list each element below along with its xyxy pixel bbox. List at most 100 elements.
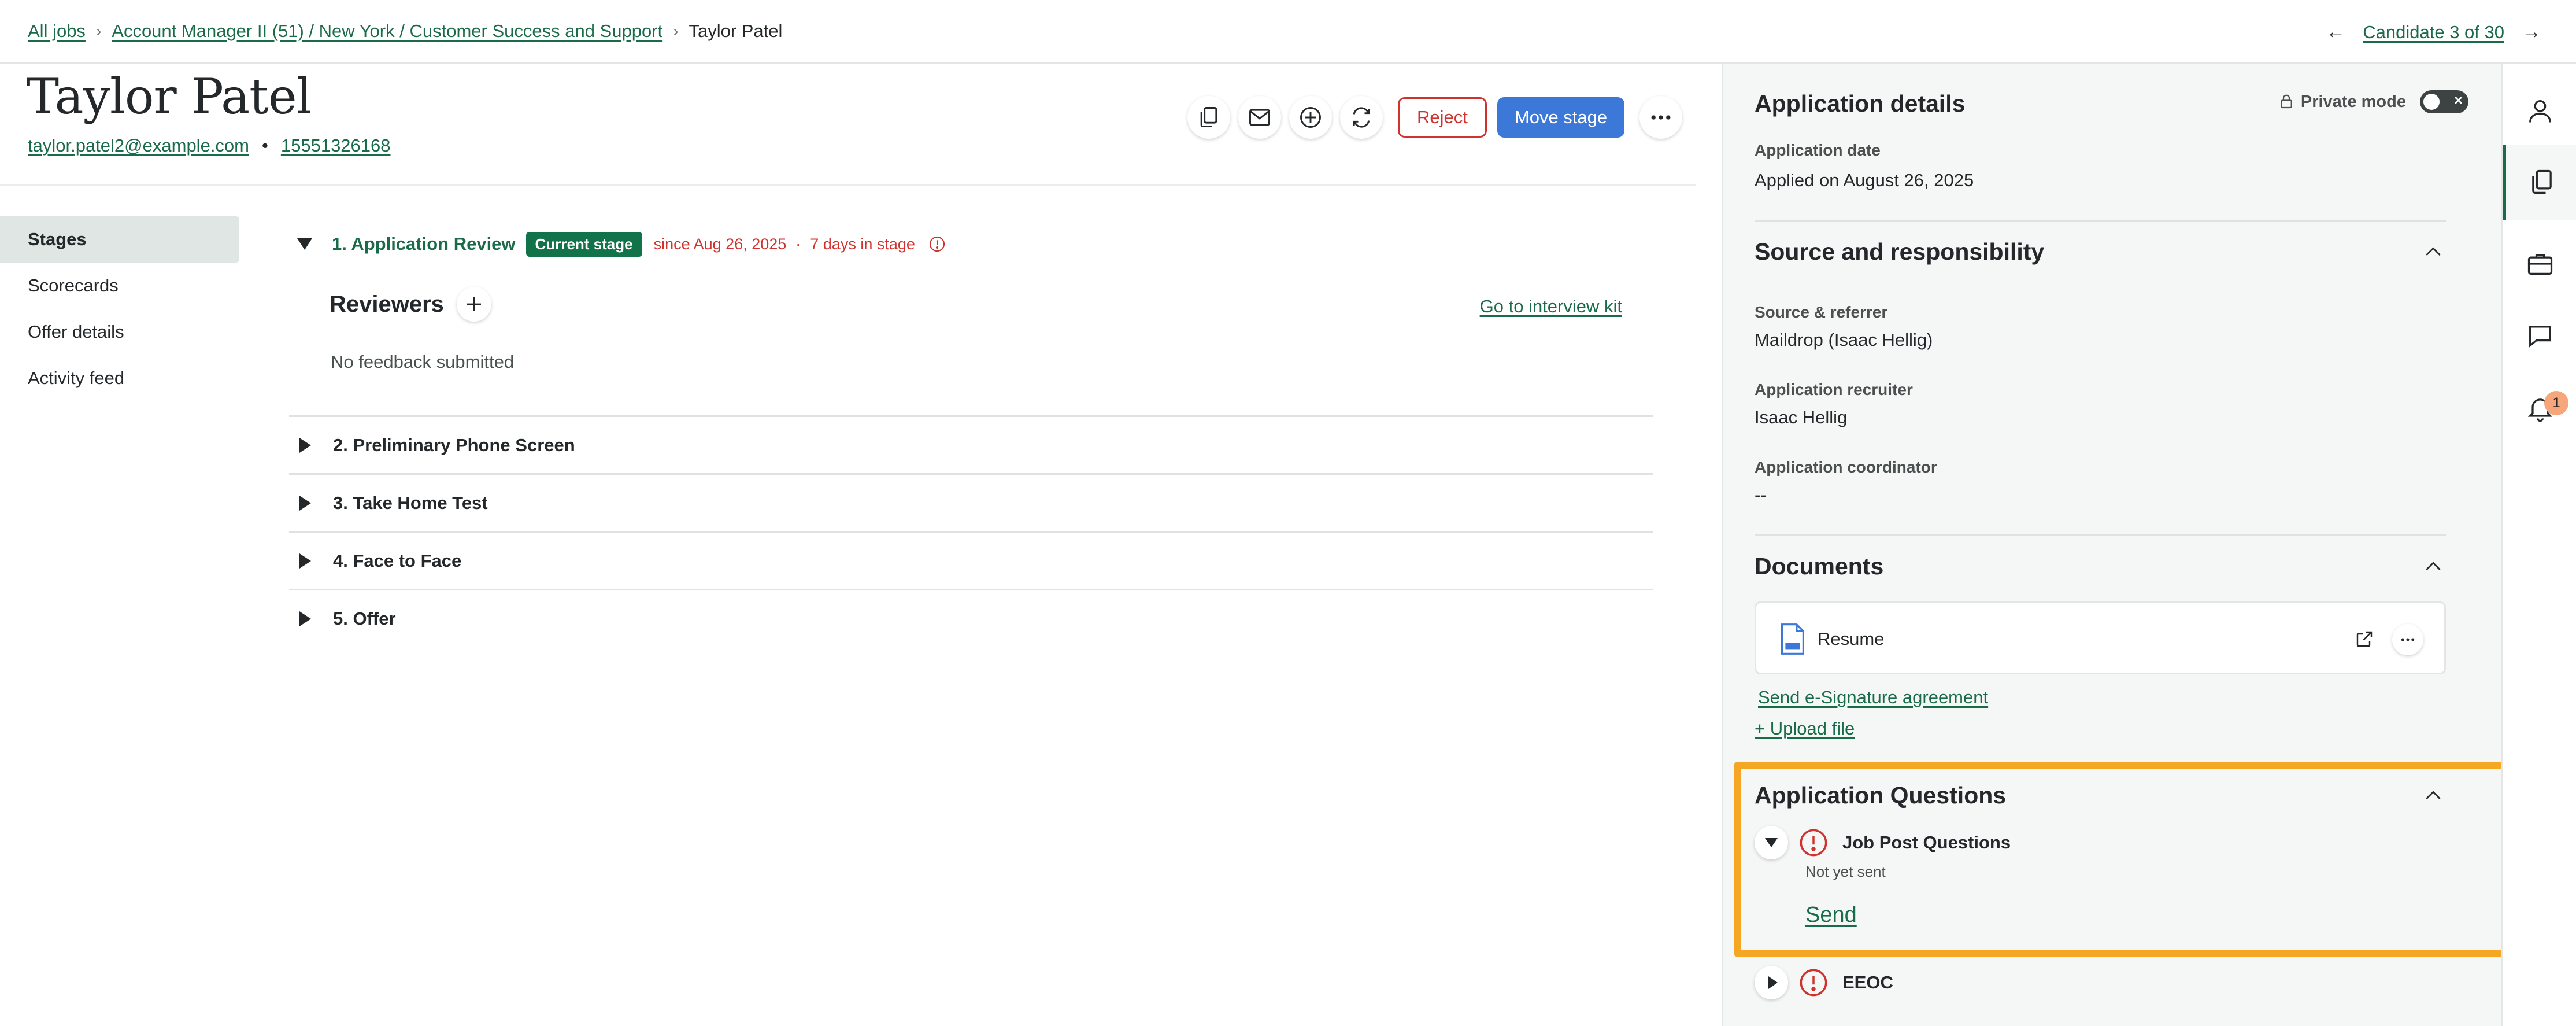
plus-icon: [467, 297, 481, 311]
private-mode-toggle[interactable]: ×: [2420, 90, 2468, 113]
section-title: Source and responsibility: [1755, 238, 2045, 265]
add-circle-icon: [1300, 107, 1321, 128]
question-title: EEOC: [1842, 972, 1893, 992]
toggle-knob: [2423, 94, 2440, 110]
candidate-pager: ← Candidate 3 of 30 →: [2308, 21, 2541, 43]
since-separator: ·: [795, 235, 801, 253]
caret-right-icon[interactable]: [299, 495, 311, 511]
source-responsibility-header[interactable]: Source and responsibility: [1755, 238, 2445, 265]
stage-label[interactable]: 3. Take Home Test: [333, 493, 488, 514]
resume-card[interactable]: Resume: [1755, 601, 2446, 674]
arrow-right-icon[interactable]: →: [2522, 21, 2541, 43]
more-actions-button[interactable]: [1639, 96, 1683, 139]
nav-item-label: Scorecards: [28, 275, 119, 296]
caret-down-icon[interactable]: [297, 238, 312, 250]
chevron-up-icon[interactable]: [2422, 241, 2445, 264]
copy-button[interactable]: [1187, 96, 1230, 139]
breadcrumb-current: Taylor Patel: [689, 21, 783, 41]
refresh-icon: [1353, 107, 1370, 128]
arrow-left-icon[interactable]: ←: [2326, 21, 2345, 43]
stage-face-to-face[interactable]: 4. Face to Face: [289, 531, 1653, 589]
reject-button[interactable]: Reject: [1398, 97, 1487, 138]
transfer-button[interactable]: [1340, 96, 1383, 139]
field-label: Application coordinator: [1755, 458, 1937, 476]
field-value: Isaac Hellig: [1755, 407, 1848, 427]
documents-icon: [2532, 169, 2552, 194]
candidate-name: Taylor Patel: [27, 68, 312, 125]
breadcrumb-all-jobs[interactable]: All jobs: [28, 21, 86, 42]
coordinator-field: Application coordinator --: [1755, 458, 2445, 505]
copy-icon: [1200, 107, 1217, 128]
move-stage-button[interactable]: Move stage: [1497, 97, 1625, 138]
mail-icon: [1249, 109, 1270, 126]
nav-item-label: Offer details: [28, 322, 124, 342]
stage-label[interactable]: 4. Face to Face: [333, 551, 461, 571]
nav-item-offer-details[interactable]: Offer details: [0, 309, 239, 355]
candidate-count-link[interactable]: Candidate 3 of 30: [2363, 22, 2504, 43]
caret-right-icon[interactable]: [299, 437, 311, 453]
eeoc-questions: EEOC: [1755, 966, 2445, 999]
send-esign-row: Send e-Signature agreement: [1758, 687, 2448, 708]
field-value: --: [1755, 485, 1767, 505]
nav-item-activity-feed[interactable]: Activity feed: [0, 355, 239, 401]
stage-preliminary-phone-screen[interactable]: 2. Preliminary Phone Screen: [289, 415, 1653, 473]
more-icon: [2401, 638, 2415, 641]
stage-take-home-test[interactable]: 3. Take Home Test: [289, 473, 1653, 531]
upload-file-link[interactable]: + Upload file: [1755, 718, 1855, 739]
nav-item-label: Stages: [28, 229, 87, 249]
nav-item-label: Activity feed: [28, 368, 125, 388]
lock-icon: [2280, 94, 2292, 109]
send-esign-link[interactable]: Send e-Signature agreement: [1758, 687, 1988, 707]
stage-title[interactable]: 1. Application Review: [332, 234, 516, 254]
rail-messages[interactable]: [2503, 307, 2576, 364]
candidate-phone-link[interactable]: 15551326168: [281, 135, 391, 156]
close-icon: ×: [2453, 91, 2463, 109]
stage-label[interactable]: 2. Preliminary Phone Screen: [333, 435, 575, 456]
rail-profile[interactable]: [2503, 88, 2576, 134]
document-more-button[interactable]: [2392, 624, 2423, 655]
current-stage-badge: Current stage: [525, 231, 642, 257]
field-label: Application date: [1755, 141, 1881, 159]
expand-question-button[interactable]: [1755, 966, 1788, 999]
document-name[interactable]: Resume: [1818, 629, 1884, 649]
private-mode-label: Private mode: [2300, 92, 2406, 111]
stage-offer[interactable]: 5. Offer: [289, 589, 1653, 647]
application-questions-highlight: [1734, 762, 2510, 957]
candidate-actions: Reject Move stage: [1187, 96, 1683, 139]
private-mode: Private mode ×: [2278, 90, 2468, 113]
chat-icon: [2529, 326, 2551, 348]
person-icon: [2529, 100, 2551, 123]
rail-notifications[interactable]: 1: [2503, 379, 2576, 437]
rail-jobs[interactable]: [2503, 235, 2576, 293]
caret-right-icon[interactable]: [299, 611, 311, 626]
nav-item-scorecards[interactable]: Scorecards: [0, 263, 239, 309]
question-item-header[interactable]: EEOC: [1755, 966, 2445, 999]
external-link-icon[interactable]: [2354, 629, 2375, 649]
since-date: since Aug 26, 2025: [653, 235, 787, 253]
section-title: Application details: [1755, 90, 1966, 117]
upload-file-row: + Upload file: [1755, 718, 2445, 739]
breadcrumb: All jobs › Account Manager II (51) / New…: [28, 21, 782, 42]
add-button[interactable]: [1289, 96, 1332, 139]
field-label: Application recruiter: [1755, 381, 1913, 398]
documents-header[interactable]: Documents: [1755, 553, 2445, 580]
stage-application-review[interactable]: 1. Application Review Current stage sinc…: [289, 217, 1653, 271]
breadcrumb-job[interactable]: Account Manager II (51) / New York / Cus…: [112, 21, 662, 42]
chevron-right-icon: ›: [95, 22, 102, 40]
interview-kit-link[interactable]: Go to interview kit: [1480, 296, 1622, 317]
section-title: Documents: [1755, 553, 1884, 580]
contact-separator: •: [262, 135, 268, 156]
add-reviewer-button[interactable]: [456, 287, 491, 322]
chevron-up-icon[interactable]: [2422, 555, 2445, 578]
rail-application[interactable]: [2503, 145, 2576, 220]
source-referrer-field: Source & referrer Maildrop (Isaac Hellig…: [1755, 303, 2445, 350]
field-label: Source & referrer: [1755, 303, 1888, 321]
warning-icon[interactable]: [928, 235, 946, 253]
caret-right-icon[interactable]: [299, 553, 311, 569]
stage-label[interactable]: 5. Offer: [333, 608, 396, 629]
header-divider: [0, 184, 1696, 186]
candidate-email-link[interactable]: taylor.patel2@example.com: [28, 135, 249, 156]
email-button[interactable]: [1238, 96, 1281, 139]
nav-item-stages[interactable]: Stages: [0, 216, 239, 263]
recruiter-field: Application recruiter Isaac Hellig: [1755, 381, 2445, 428]
